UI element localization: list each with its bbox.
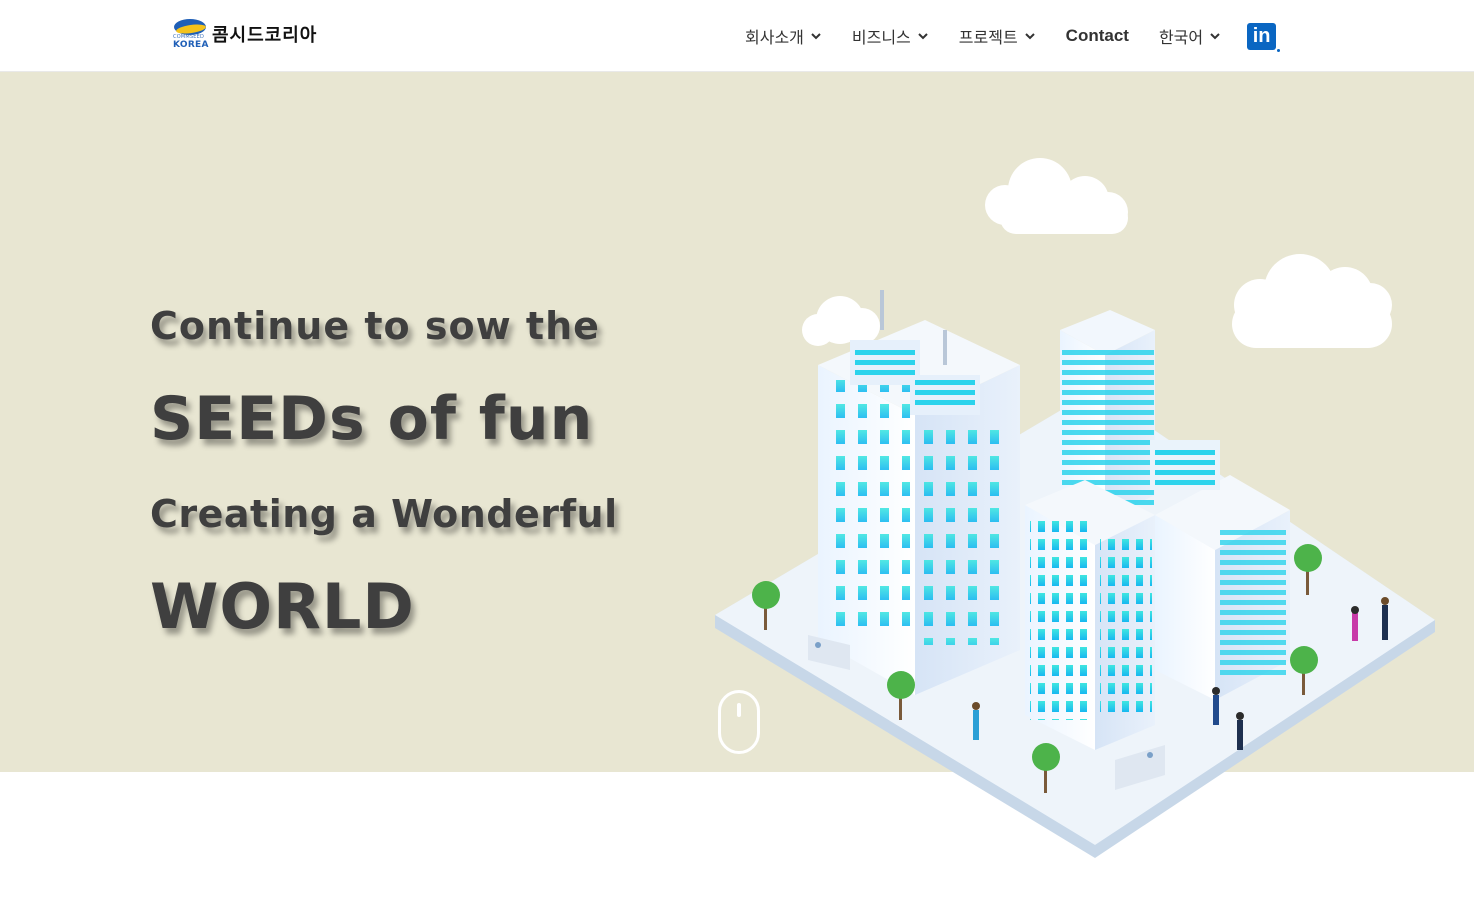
logo-mark-text: KOREA [173,40,209,50]
linkedin-label: in [1252,24,1271,47]
hero-line-2: SEEDs of fun [150,384,594,454]
chevron-down-icon [1024,33,1035,40]
nav-item-projects[interactable]: 프로젝트 [959,24,1036,48]
linkedin-icon[interactable]: in [1247,22,1281,52]
isometric-city-illustration [715,158,1435,858]
hero-line-4: WORLD [150,570,415,643]
hero-line-3: Creating a Wonderful [150,492,618,536]
nav-item-business[interactable]: 비즈니스 [852,24,929,48]
commseed-logo-icon: COMMSEED KOREA [172,17,208,51]
site-header: COMMSEED KOREA 콤시드코리아 회사소개 비즈니스 프로젝트 Con… [0,0,1474,72]
nav-item-label: 비즈니스 [851,28,911,47]
person-icon [972,702,980,740]
language-selector[interactable]: 한국어 [1159,24,1221,48]
person-icon [1351,606,1359,641]
cloud-icon [1232,254,1392,348]
person-icon [1236,712,1244,750]
nav-item-label: Contact [1065,26,1129,45]
site-logo[interactable]: COMMSEED KOREA 콤시드코리아 [172,17,317,51]
person-icon [1212,687,1220,725]
company-name: 콤시드코리아 [212,25,318,46]
chevron-down-icon [918,33,928,40]
nav-item-label: 한국어 [1158,28,1204,47]
chevron-down-icon [811,33,821,40]
person-icon [1381,597,1389,640]
cloud-icon [985,158,1128,234]
main-nav: 회사소개 비즈니스 프로젝트 Contact 한국어 in [745,21,1281,52]
nav-item-label: 회사소개 [745,28,804,47]
cloud-icon [802,296,880,346]
hero-line-1: Continue to sow the [150,304,600,348]
nav-item-company[interactable]: 회사소개 [745,24,822,48]
chevron-down-icon [1210,33,1220,40]
nav-item-contact[interactable]: Contact [1066,26,1129,46]
nav-item-label: 프로젝트 [958,28,1018,47]
